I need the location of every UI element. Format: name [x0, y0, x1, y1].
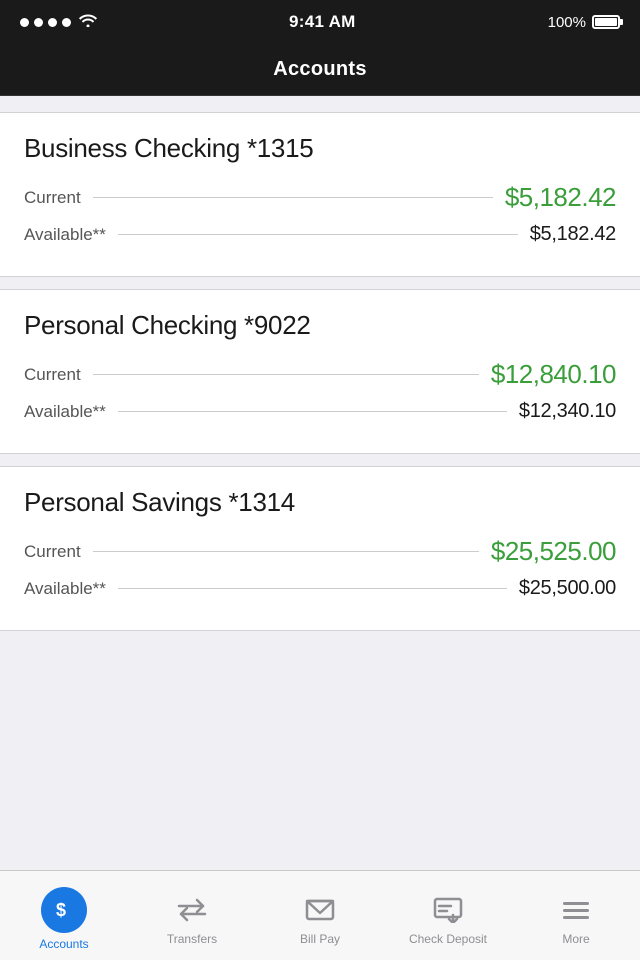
status-time: 9:41 AM — [289, 12, 356, 32]
battery-percent: 100% — [548, 14, 586, 31]
available-label-2: Available** — [24, 579, 106, 599]
tab-check-deposit-label: Check Deposit — [409, 932, 487, 946]
current-label-1: Current — [24, 365, 81, 385]
current-balance-row-2: Current $25,525.00 — [24, 536, 616, 567]
tab-billpay-label: Bill Pay — [300, 932, 340, 946]
battery-icon — [592, 15, 620, 29]
account-name-1: Personal Checking *9022 — [24, 310, 616, 341]
available-amount-1: $12,340.10 — [519, 400, 616, 423]
tab-accounts-label: Accounts — [39, 937, 88, 951]
balance-line-avail-2 — [118, 588, 507, 589]
available-balance-row-2: Available** $25,500.00 — [24, 577, 616, 600]
balance-line-2 — [93, 551, 479, 552]
available-label-0: Available** — [24, 225, 106, 245]
status-right: 100% — [548, 14, 620, 31]
transfers-icon — [174, 892, 210, 928]
current-amount-1: $12,840.10 — [491, 359, 616, 390]
balance-line-0 — [93, 197, 493, 198]
current-amount-0: $5,182.42 — [505, 182, 616, 213]
accounts-icon: $ — [41, 887, 87, 933]
account-name-2: Personal Savings *1314 — [24, 487, 616, 518]
current-label-0: Current — [24, 188, 81, 208]
status-bar: 9:41 AM 100% — [0, 0, 640, 44]
page-title: Accounts — [273, 58, 367, 81]
account-card-personal-savings[interactable]: Personal Savings *1314 Current $25,525.0… — [0, 466, 640, 631]
tab-more-label: More — [562, 932, 589, 946]
tab-transfers[interactable]: Transfers — [128, 871, 256, 960]
available-balance-row-0: Available** $5,182.42 — [24, 223, 616, 246]
tab-check-deposit[interactable]: Check Deposit — [384, 871, 512, 960]
available-balance-row-1: Available** $12,340.10 — [24, 400, 616, 423]
balance-line-1 — [93, 374, 479, 375]
billpay-icon — [302, 892, 338, 928]
current-balance-row-0: Current $5,182.42 — [24, 182, 616, 213]
status-left — [20, 13, 97, 32]
wifi-icon — [79, 13, 97, 32]
check-deposit-icon — [430, 892, 466, 928]
tab-billpay[interactable]: Bill Pay — [256, 871, 384, 960]
available-label-1: Available** — [24, 402, 106, 422]
balance-line-avail-1 — [118, 411, 507, 412]
svg-text:$: $ — [56, 900, 66, 920]
more-icon — [558, 892, 594, 928]
signal-dots — [20, 18, 71, 27]
nav-bar: Accounts — [0, 44, 640, 96]
tab-accounts[interactable]: $ Accounts — [0, 871, 128, 960]
current-balance-row-1: Current $12,840.10 — [24, 359, 616, 390]
tab-more[interactable]: More — [512, 871, 640, 960]
available-amount-2: $25,500.00 — [519, 577, 616, 600]
tab-bar: $ Accounts Transfers Bill Pay — [0, 870, 640, 960]
accounts-content: Business Checking *1315 Current $5,182.4… — [0, 96, 640, 870]
balance-line-avail-0 — [118, 234, 518, 235]
account-name-0: Business Checking *1315 — [24, 133, 616, 164]
account-card-business-checking[interactable]: Business Checking *1315 Current $5,182.4… — [0, 112, 640, 277]
available-amount-0: $5,182.42 — [530, 223, 616, 246]
tab-transfers-label: Transfers — [167, 932, 217, 946]
account-card-personal-checking[interactable]: Personal Checking *9022 Current $12,840.… — [0, 289, 640, 454]
current-label-2: Current — [24, 542, 81, 562]
current-amount-2: $25,525.00 — [491, 536, 616, 567]
